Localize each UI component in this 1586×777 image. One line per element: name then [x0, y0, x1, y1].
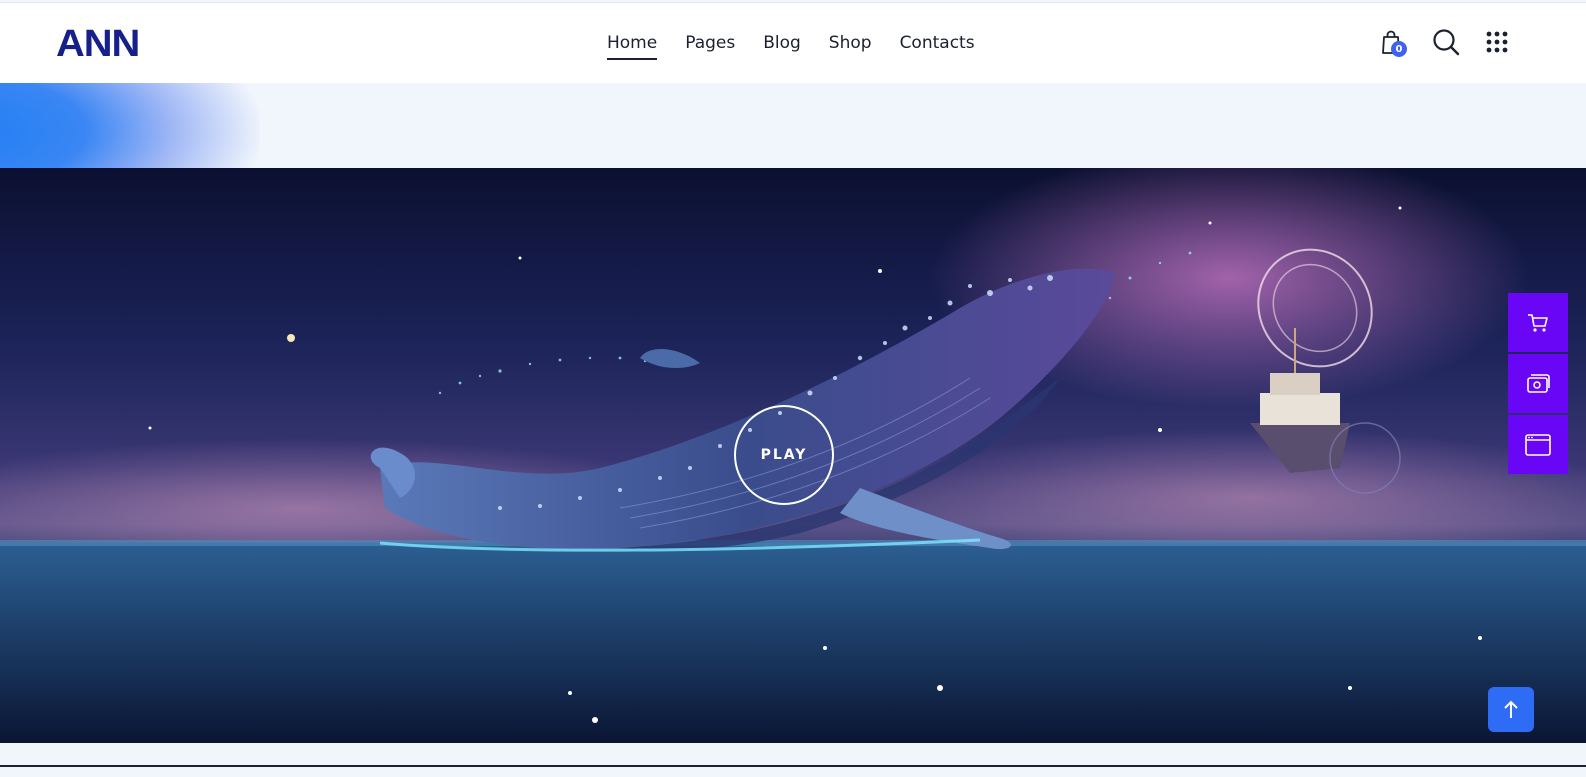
side-gallery-button[interactable] [1508, 354, 1568, 413]
header-gradient-strip [0, 83, 1586, 168]
side-browser-button[interactable] [1508, 415, 1568, 474]
browser-window-icon [1525, 433, 1551, 456]
cart-icon [1528, 313, 1548, 332]
blue-glow [0, 83, 260, 168]
search-icon[interactable] [1430, 26, 1462, 58]
arrow-up-icon [1504, 700, 1518, 718]
hero-banner: PLAY [0, 168, 1586, 743]
next-section-edge [0, 765, 1586, 777]
cart-count-badge: 0 [1391, 41, 1407, 57]
side-cart-button[interactable] [1508, 293, 1568, 352]
header-actions [0, 26, 1586, 58]
play-label: PLAY [760, 447, 808, 463]
play-button[interactable]: PLAY [734, 405, 834, 505]
scroll-to-top-button[interactable] [1488, 687, 1534, 732]
grid-menu-icon[interactable] [1481, 26, 1513, 58]
gallery-icon [1527, 373, 1550, 393]
